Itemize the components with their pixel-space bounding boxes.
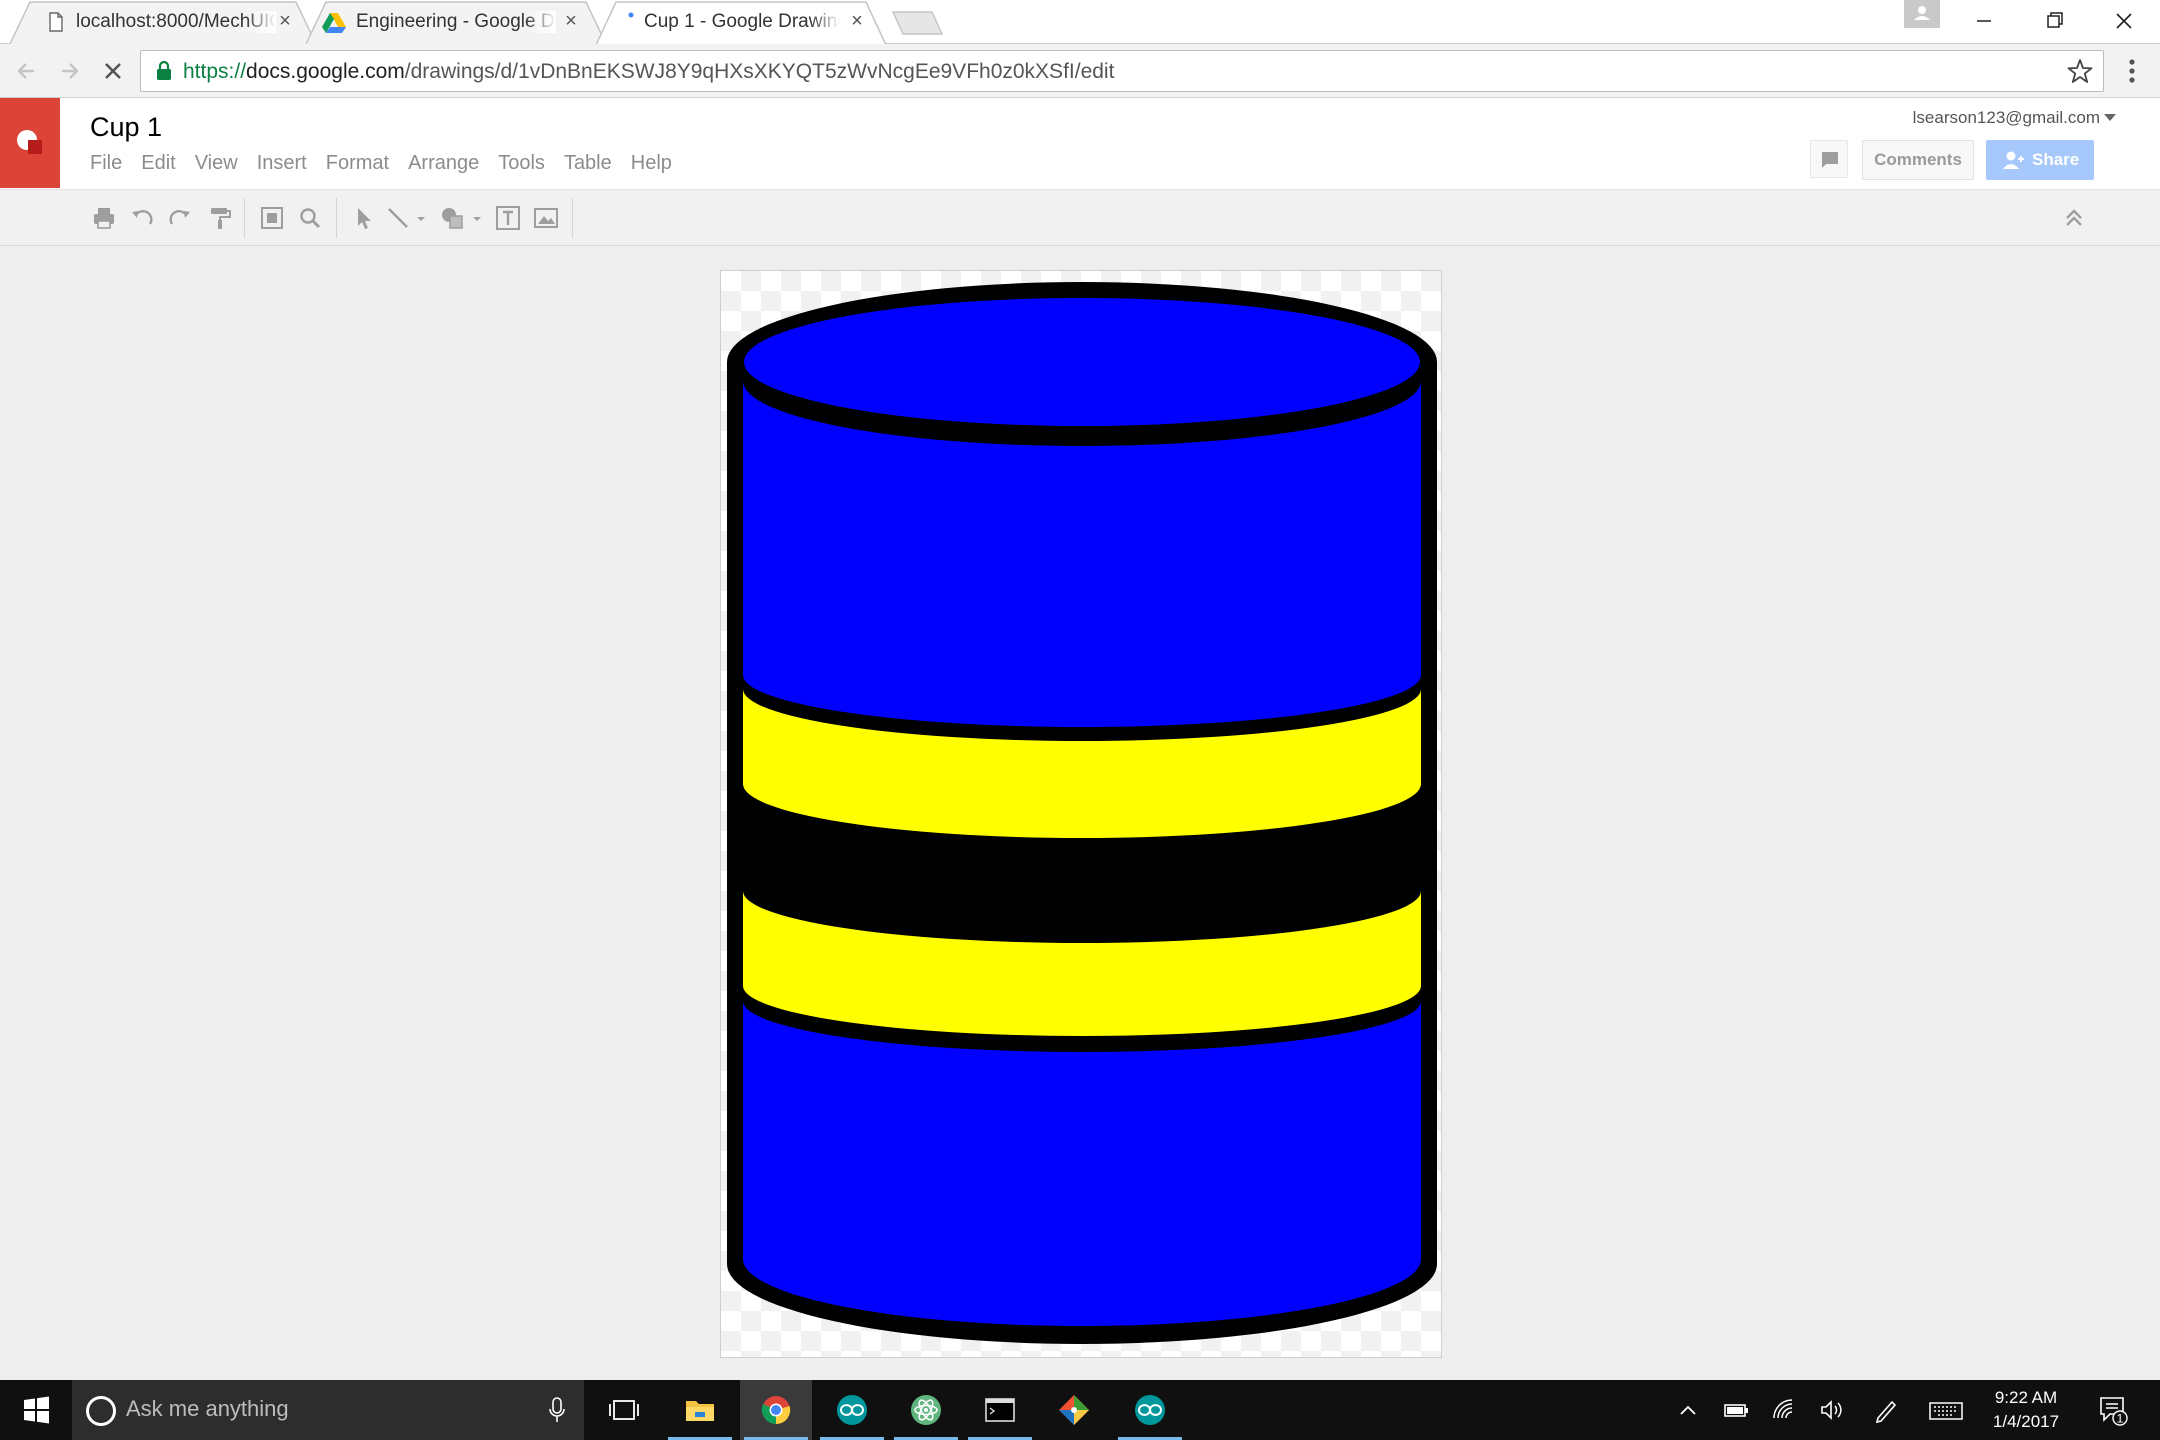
text-box-icon[interactable] [494, 204, 522, 232]
tab-close-icon[interactable]: × [560, 10, 582, 32]
menu-edit[interactable]: Edit [141, 152, 175, 175]
microphone-icon[interactable] [548, 1396, 566, 1424]
tab-cup-drawings[interactable]: Cup 1 - Google Drawings × [596, 0, 886, 45]
arduino-icon[interactable] [816, 1380, 888, 1440]
zoom-fit-icon[interactable] [258, 204, 286, 232]
touch-keyboard-icon[interactable] [1928, 1396, 1964, 1424]
select-icon[interactable] [350, 204, 378, 232]
url-text: https://docs.google.com/drawings/d/1vDnB… [183, 60, 1114, 84]
url-path: /drawings/d/1vDnBnEKSWJ8Y9qHXsXKYQT5zWvN… [404, 60, 1115, 83]
menu-table[interactable]: Table [564, 152, 612, 175]
drawing-toolbar [0, 190, 2160, 246]
tab-engineering-drive[interactable]: Engineering - Google Dri × [306, 0, 606, 44]
address-bar-row: https://docs.google.com/drawings/d/1vDnB… [0, 44, 2160, 98]
restore-icon[interactable] [2024, 4, 2084, 38]
comment-history-button[interactable] [1810, 140, 1848, 178]
cortana-icon [86, 1396, 116, 1426]
forward-icon[interactable] [52, 54, 86, 88]
google-drawings-logo[interactable] [0, 98, 60, 188]
share-button[interactable]: Share [1986, 140, 2094, 180]
clock-time: 9:22 AM [1994, 1388, 2058, 1407]
tab-localhost[interactable]: localhost:8000/MechUIC × [10, 0, 316, 44]
google-drive-icon [322, 13, 346, 33]
toolbar-separator [572, 198, 573, 238]
document-title[interactable]: Cup 1 [90, 112, 162, 143]
menu-tools[interactable]: Tools [498, 152, 545, 175]
cortana-search-box[interactable]: Ask me anything [72, 1380, 584, 1440]
shape-dropdown-icon[interactable] [470, 204, 484, 232]
search-placeholder: Ask me anything [126, 1396, 289, 1421]
profile-icon[interactable] [1904, 0, 1940, 28]
lock-icon [157, 61, 171, 80]
menu-insert[interactable]: Insert [257, 152, 307, 175]
tab-title: Cup 1 - Google Drawings [644, 11, 840, 33]
cup-drawing[interactable] [721, 271, 1443, 1359]
menu-file[interactable]: File [90, 152, 122, 175]
shape-icon[interactable] [438, 204, 466, 232]
menu-arrange[interactable]: Arrange [408, 152, 479, 175]
atom-icon[interactable] [890, 1380, 962, 1440]
undo-icon[interactable] [128, 204, 156, 232]
tab-title: localhost:8000/MechUIC [76, 11, 276, 33]
volume-icon[interactable] [1818, 1396, 1846, 1424]
arduino-icon[interactable] [1114, 1380, 1186, 1440]
toolbar-separator [336, 198, 337, 238]
url-host: docs.google.com [246, 60, 405, 83]
show-hidden-icons-icon[interactable] [1674, 1396, 1702, 1424]
comment-icon [1822, 152, 1838, 168]
menu-help[interactable]: Help [631, 152, 672, 175]
tab-title: Engineering - Google Dri [356, 11, 556, 33]
minimize-icon[interactable] [1954, 4, 2014, 38]
docs-header: Cup 1 File Edit View Insert Format Arrange Too… [0, 98, 2160, 190]
browser-tab-strip: localhost:8000/MechUIC × Engineering - G… [0, 0, 2160, 45]
line-icon[interactable] [384, 204, 412, 232]
notification-count: 1 [2117, 1412, 2124, 1426]
terminal-icon[interactable] [964, 1380, 1036, 1440]
chrome-menu-icon[interactable] [2120, 56, 2144, 86]
zoom-icon[interactable] [296, 204, 324, 232]
pen-workspace-icon[interactable] [1872, 1396, 1900, 1424]
canvas-area[interactable] [0, 246, 2160, 1380]
windows-taskbar: Ask me anything 9:22 AM 1/4/2017 1 [0, 1380, 2160, 1440]
chrome-icon[interactable] [740, 1380, 812, 1440]
page-icon [49, 12, 63, 32]
windows-start-icon[interactable] [0, 1380, 72, 1440]
comments-button[interactable]: Comments [1862, 140, 1974, 180]
wifi-icon[interactable] [1770, 1396, 1798, 1424]
menu-format[interactable]: Format [326, 152, 389, 175]
account-dropdown-icon[interactable] [2104, 114, 2116, 121]
git-icon[interactable] [1038, 1380, 1110, 1440]
bookmark-star-icon[interactable] [2067, 58, 2093, 84]
file-explorer-icon[interactable] [664, 1380, 736, 1440]
cup-lid[interactable] [744, 298, 1420, 426]
redo-icon[interactable] [166, 204, 194, 232]
paint-format-icon[interactable] [206, 204, 234, 232]
line-dropdown-icon[interactable] [414, 204, 428, 232]
close-window-icon[interactable] [2094, 4, 2154, 38]
back-icon[interactable] [10, 54, 44, 88]
share-label: Share [2032, 150, 2080, 169]
print-icon[interactable] [90, 204, 118, 232]
new-tab-button[interactable] [892, 10, 944, 36]
url-scheme: https:// [183, 60, 247, 83]
loading-spinner-icon [628, 12, 634, 18]
system-clock[interactable]: 9:22 AM 1/4/2017 [1976, 1386, 2076, 1434]
menu-bar: File Edit View Insert Format Arrange Tools Tabl… [90, 152, 691, 178]
clock-date: 1/4/2017 [1992, 1412, 2060, 1431]
tab-close-icon[interactable]: × [846, 10, 868, 32]
action-center-icon[interactable]: 1 [2098, 1394, 2128, 1426]
tab-close-icon[interactable]: × [274, 10, 296, 32]
menu-view[interactable]: View [195, 152, 238, 175]
account-email[interactable]: lsearson123@gmail.com [1913, 108, 2100, 128]
battery-icon[interactable] [1722, 1396, 1750, 1424]
task-view-icon[interactable] [588, 1380, 660, 1440]
toolbar-separator [244, 198, 245, 238]
drawing-page[interactable] [720, 270, 1442, 1358]
stop-loading-icon[interactable] [96, 54, 130, 88]
collapse-toolbar-icon[interactable] [2060, 206, 2088, 230]
person-add-icon [2003, 151, 2024, 169]
address-bar[interactable]: https://docs.google.com/drawings/d/1vDnB… [140, 50, 2104, 92]
image-icon[interactable] [532, 204, 560, 232]
